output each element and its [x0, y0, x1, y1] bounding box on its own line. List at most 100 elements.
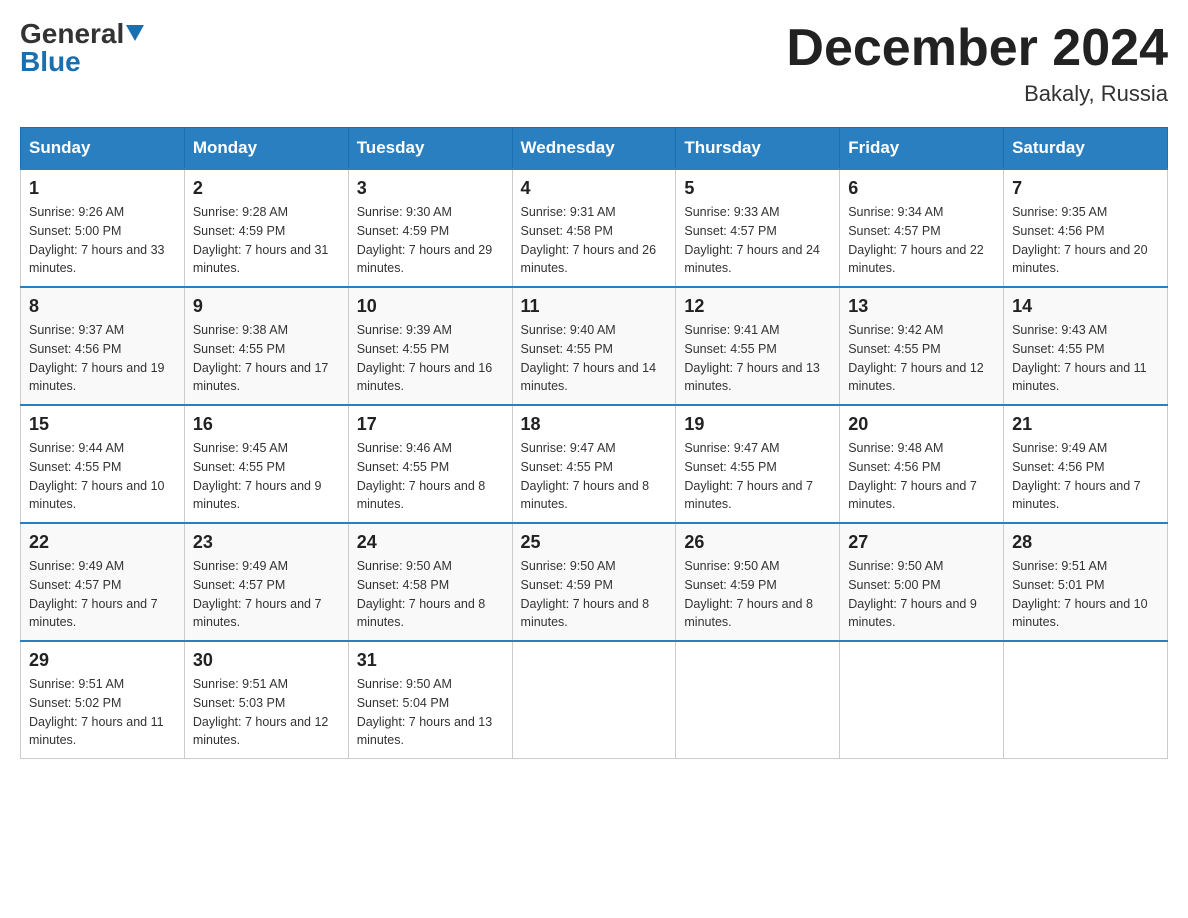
day-number: 7 [1012, 178, 1159, 199]
sunset-label: Sunset: 4:55 PM [357, 460, 449, 474]
sunset-label: Sunset: 4:55 PM [1012, 342, 1104, 356]
sunrise-label: Sunrise: 9:45 AM [193, 441, 288, 455]
sunset-label: Sunset: 4:55 PM [848, 342, 940, 356]
sunset-label: Sunset: 4:56 PM [848, 460, 940, 474]
day-number: 22 [29, 532, 176, 553]
day-number: 16 [193, 414, 340, 435]
day-info: Sunrise: 9:30 AM Sunset: 4:59 PM Dayligh… [357, 203, 504, 278]
calendar-cell: 5 Sunrise: 9:33 AM Sunset: 4:57 PM Dayli… [676, 169, 840, 287]
sunrise-label: Sunrise: 9:35 AM [1012, 205, 1107, 219]
daylight-label: Daylight: 7 hours and 17 minutes. [193, 361, 329, 394]
day-info: Sunrise: 9:49 AM Sunset: 4:57 PM Dayligh… [29, 557, 176, 632]
sunrise-label: Sunrise: 9:48 AM [848, 441, 943, 455]
daylight-label: Daylight: 7 hours and 11 minutes. [29, 715, 164, 748]
sunrise-label: Sunrise: 9:42 AM [848, 323, 943, 337]
day-number: 8 [29, 296, 176, 317]
calendar-cell: 28 Sunrise: 9:51 AM Sunset: 5:01 PM Dayl… [1004, 523, 1168, 641]
day-number: 1 [29, 178, 176, 199]
logo: General Blue [20, 20, 144, 76]
day-info: Sunrise: 9:47 AM Sunset: 4:55 PM Dayligh… [521, 439, 668, 514]
logo-general: General [20, 20, 124, 48]
day-number: 27 [848, 532, 995, 553]
day-info: Sunrise: 9:43 AM Sunset: 4:55 PM Dayligh… [1012, 321, 1159, 396]
day-info: Sunrise: 9:37 AM Sunset: 4:56 PM Dayligh… [29, 321, 176, 396]
sunrise-label: Sunrise: 9:50 AM [684, 559, 779, 573]
calendar-cell: 1 Sunrise: 9:26 AM Sunset: 5:00 PM Dayli… [21, 169, 185, 287]
day-info: Sunrise: 9:40 AM Sunset: 4:55 PM Dayligh… [521, 321, 668, 396]
daylight-label: Daylight: 7 hours and 7 minutes. [193, 597, 322, 630]
day-info: Sunrise: 9:47 AM Sunset: 4:55 PM Dayligh… [684, 439, 831, 514]
calendar-cell [1004, 641, 1168, 759]
daylight-label: Daylight: 7 hours and 24 minutes. [684, 243, 820, 276]
calendar-cell: 7 Sunrise: 9:35 AM Sunset: 4:56 PM Dayli… [1004, 169, 1168, 287]
sunrise-label: Sunrise: 9:33 AM [684, 205, 779, 219]
calendar-cell: 31 Sunrise: 9:50 AM Sunset: 5:04 PM Dayl… [348, 641, 512, 759]
day-info: Sunrise: 9:51 AM Sunset: 5:03 PM Dayligh… [193, 675, 340, 750]
day-number: 31 [357, 650, 504, 671]
calendar-cell: 18 Sunrise: 9:47 AM Sunset: 4:55 PM Dayl… [512, 405, 676, 523]
daylight-label: Daylight: 7 hours and 31 minutes. [193, 243, 329, 276]
day-number: 24 [357, 532, 504, 553]
day-number: 13 [848, 296, 995, 317]
day-number: 30 [193, 650, 340, 671]
daylight-label: Daylight: 7 hours and 8 minutes. [684, 597, 813, 630]
sunset-label: Sunset: 4:59 PM [193, 224, 285, 238]
week-row-3: 15 Sunrise: 9:44 AM Sunset: 4:55 PM Dayl… [21, 405, 1168, 523]
day-info: Sunrise: 9:50 AM Sunset: 4:59 PM Dayligh… [684, 557, 831, 632]
calendar-cell: 21 Sunrise: 9:49 AM Sunset: 4:56 PM Dayl… [1004, 405, 1168, 523]
day-number: 14 [1012, 296, 1159, 317]
day-info: Sunrise: 9:49 AM Sunset: 4:57 PM Dayligh… [193, 557, 340, 632]
title-area: December 2024 Bakaly, Russia [786, 20, 1168, 107]
sunrise-label: Sunrise: 9:47 AM [684, 441, 779, 455]
daylight-label: Daylight: 7 hours and 14 minutes. [521, 361, 657, 394]
day-number: 15 [29, 414, 176, 435]
sunset-label: Sunset: 4:56 PM [1012, 224, 1104, 238]
sunset-label: Sunset: 4:59 PM [684, 578, 776, 592]
weekday-header-saturday: Saturday [1004, 128, 1168, 170]
sunset-label: Sunset: 4:59 PM [357, 224, 449, 238]
daylight-label: Daylight: 7 hours and 26 minutes. [521, 243, 657, 276]
sunset-label: Sunset: 4:55 PM [684, 342, 776, 356]
calendar-cell: 23 Sunrise: 9:49 AM Sunset: 4:57 PM Dayl… [184, 523, 348, 641]
calendar-cell: 9 Sunrise: 9:38 AM Sunset: 4:55 PM Dayli… [184, 287, 348, 405]
day-info: Sunrise: 9:48 AM Sunset: 4:56 PM Dayligh… [848, 439, 995, 514]
daylight-label: Daylight: 7 hours and 13 minutes. [357, 715, 493, 748]
sunset-label: Sunset: 4:57 PM [29, 578, 121, 592]
calendar-cell: 10 Sunrise: 9:39 AM Sunset: 4:55 PM Dayl… [348, 287, 512, 405]
day-info: Sunrise: 9:44 AM Sunset: 4:55 PM Dayligh… [29, 439, 176, 514]
day-number: 2 [193, 178, 340, 199]
day-number: 19 [684, 414, 831, 435]
day-number: 10 [357, 296, 504, 317]
sunrise-label: Sunrise: 9:49 AM [29, 559, 124, 573]
logo-blue: Blue [20, 48, 81, 76]
weekday-header-row: SundayMondayTuesdayWednesdayThursdayFrid… [21, 128, 1168, 170]
sunset-label: Sunset: 4:59 PM [521, 578, 613, 592]
daylight-label: Daylight: 7 hours and 7 minutes. [29, 597, 158, 630]
weekday-header-friday: Friday [840, 128, 1004, 170]
daylight-label: Daylight: 7 hours and 11 minutes. [1012, 361, 1147, 394]
sunset-label: Sunset: 4:55 PM [193, 460, 285, 474]
day-number: 23 [193, 532, 340, 553]
sunset-label: Sunset: 4:57 PM [193, 578, 285, 592]
day-info: Sunrise: 9:46 AM Sunset: 4:55 PM Dayligh… [357, 439, 504, 514]
day-info: Sunrise: 9:39 AM Sunset: 4:55 PM Dayligh… [357, 321, 504, 396]
calendar-cell: 11 Sunrise: 9:40 AM Sunset: 4:55 PM Dayl… [512, 287, 676, 405]
sunset-label: Sunset: 4:55 PM [521, 342, 613, 356]
daylight-label: Daylight: 7 hours and 33 minutes. [29, 243, 165, 276]
sunset-label: Sunset: 4:58 PM [521, 224, 613, 238]
calendar-cell: 2 Sunrise: 9:28 AM Sunset: 4:59 PM Dayli… [184, 169, 348, 287]
day-info: Sunrise: 9:51 AM Sunset: 5:02 PM Dayligh… [29, 675, 176, 750]
daylight-label: Daylight: 7 hours and 7 minutes. [848, 479, 977, 512]
day-number: 17 [357, 414, 504, 435]
day-number: 11 [521, 296, 668, 317]
sunset-label: Sunset: 4:55 PM [684, 460, 776, 474]
sunrise-label: Sunrise: 9:43 AM [1012, 323, 1107, 337]
daylight-label: Daylight: 7 hours and 8 minutes. [357, 479, 486, 512]
sunrise-label: Sunrise: 9:51 AM [1012, 559, 1107, 573]
week-row-1: 1 Sunrise: 9:26 AM Sunset: 5:00 PM Dayli… [21, 169, 1168, 287]
calendar-cell: 29 Sunrise: 9:51 AM Sunset: 5:02 PM Dayl… [21, 641, 185, 759]
sunset-label: Sunset: 5:00 PM [29, 224, 121, 238]
day-info: Sunrise: 9:49 AM Sunset: 4:56 PM Dayligh… [1012, 439, 1159, 514]
location-title: Bakaly, Russia [786, 81, 1168, 107]
calendar-cell: 14 Sunrise: 9:43 AM Sunset: 4:55 PM Dayl… [1004, 287, 1168, 405]
